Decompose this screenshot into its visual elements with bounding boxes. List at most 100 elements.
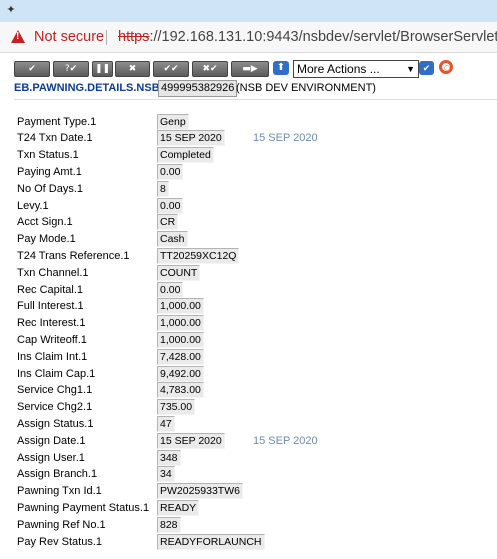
go-checkmark-icon[interactable]: ✔ (419, 61, 434, 75)
field-row: Service Chg1.1 4,783.00 (17, 382, 487, 398)
field-value: 47 (157, 416, 175, 432)
field-value: 4,783.00 (157, 382, 204, 398)
field-row: Acct Sign.1 CR (17, 214, 487, 230)
warning-icon (11, 30, 25, 43)
field-label: Pawning Payment Status.1 (17, 502, 150, 514)
field-label: Service Chg2.1 (17, 401, 93, 413)
field-label: T24 Txn Date.1 (17, 132, 93, 144)
reverse-icon[interactable]: ✖✔ (192, 61, 228, 77)
field-row: Pawning Ref No.1 828 (17, 517, 487, 533)
url-text[interactable]: https://192.168.131.10:9443/nsbdev/servl… (118, 22, 497, 52)
field-label: No Of Days.1 (17, 183, 84, 195)
field-label: Pawning Ref No.1 (17, 519, 106, 531)
field-label: Ins Claim Cap.1 (17, 368, 96, 380)
field-value: 15 SEP 2020 (157, 130, 225, 146)
field-value: 8 (157, 181, 169, 197)
field-label: Cap Writeoff.1 (17, 334, 87, 346)
window-title-bar: ✦ (0, 0, 497, 22)
field-value: Cash (157, 231, 188, 247)
validate-icon[interactable]: ?✔ (53, 61, 89, 77)
field-row: Pay Mode.1 Cash (17, 231, 487, 247)
field-label: T24 Trans Reference.1 (17, 250, 130, 262)
field-row: Full Interest.1 1,000.00 (17, 298, 487, 314)
security-indicator[interactable]: Not secure (34, 22, 104, 52)
field-row: Pawning Txn Id.1 PW2025933TW6 (17, 483, 487, 499)
address-separator (106, 30, 107, 45)
field-value: TT20259XC12Q (157, 248, 240, 264)
chevron-down-icon: ▼ (406, 64, 415, 74)
hold-icon[interactable]: ❚❚ (92, 61, 113, 77)
field-label: Pawning Txn Id.1 (17, 485, 102, 497)
more-actions-select[interactable]: More Actions ... ▼ (293, 60, 419, 78)
field-label: Acct Sign.1 (17, 216, 73, 228)
field-row: Ins Claim Int.1 7,428.00 (17, 349, 487, 365)
field-label: Levy.1 (17, 200, 49, 212)
field-row: Levy.1 0.00 (17, 198, 487, 214)
delete-icon[interactable]: ✖ (115, 61, 150, 77)
field-row: Txn Channel.1 COUNT (17, 265, 487, 281)
transaction-toolbar: ✔ ?✔ ❚❚ ✖ ✔✔ ✖✔ ▬▶ ⬆ More Actions ... ▼ … (14, 60, 484, 78)
url-scheme: https (118, 29, 150, 45)
field-row: Paying Amt.1 0.00 (17, 164, 487, 180)
more-actions-label: More Actions ... (297, 62, 380, 76)
field-row: Assign Status.1 47 (17, 416, 487, 432)
field-row: Ins Claim Cap.1 9,492.00 (17, 366, 487, 382)
field-value: 7,428.00 (157, 349, 204, 365)
app-icon: ✦ (6, 4, 16, 16)
field-label: Full Interest.1 (17, 300, 84, 312)
field-value: Genp (157, 114, 189, 130)
field-value: 348 (157, 450, 181, 466)
environment-label: (NSB DEV ENVIRONMENT) (236, 82, 376, 94)
field-enrichment: 15 SEP 2020 (253, 132, 318, 144)
field-value: 735.00 (157, 399, 196, 415)
field-label: Payment Type.1 (17, 116, 97, 128)
field-label: Service Chg1.1 (17, 384, 93, 396)
url-path: ://192.168.131.10:9443/nsbdev/servlet/Br… (149, 29, 497, 45)
next-icon[interactable]: ▬▶ (231, 61, 269, 77)
field-value: 9,492.00 (157, 366, 204, 382)
field-row: Cap Writeoff.1 1,000.00 (17, 332, 487, 348)
field-row: Pay Rev Status.1 READYFORLAUNCH (17, 534, 487, 550)
field-row: Service Chg2.1 735.00 (17, 399, 487, 415)
field-label: Assign Date.1 (17, 435, 86, 447)
field-value: 828 (157, 517, 181, 533)
field-row: Assign Branch.1 34 (17, 466, 487, 482)
field-row: Assign Date.1 15 SEP 2020 15 SEP 2020 (17, 433, 487, 449)
header-divider (14, 99, 497, 100)
address-bar[interactable]: Not secure https://192.168.131.10:9443/n… (0, 22, 497, 53)
field-value: COUNT (157, 265, 201, 281)
field-label: Ins Claim Int.1 (17, 351, 88, 363)
field-row: No Of Days.1 8 (17, 181, 487, 197)
field-value: PW2025933TW6 (157, 483, 243, 499)
field-label: Assign Status.1 (17, 418, 94, 430)
field-value: 1,000.00 (157, 298, 204, 314)
commit-icon[interactable]: ✔ (14, 61, 50, 77)
field-label: Txn Status.1 (17, 149, 79, 161)
field-label: Assign User.1 (17, 452, 85, 464)
field-enrichment: 15 SEP 2020 (253, 435, 318, 447)
field-row: Txn Status.1 Completed (17, 147, 487, 163)
field-value: READYFORLAUNCH (157, 534, 265, 550)
application-name: EB.PAWNING.DETAILS.NSB (14, 82, 160, 94)
field-row: Assign User.1 348 (17, 450, 487, 466)
field-value: READY (157, 500, 200, 516)
field-label: Pay Rev Status.1 (17, 536, 102, 548)
record-id: 499995382926 (158, 80, 238, 97)
field-value: 15 SEP 2020 (157, 433, 225, 449)
field-value: 0.00 (157, 198, 184, 214)
field-value: 0.00 (157, 282, 184, 298)
field-value: 1,000.00 (157, 315, 204, 331)
authorise-icon[interactable]: ✔✔ (153, 61, 189, 77)
field-label: Txn Channel.1 (17, 267, 89, 279)
field-row: T24 Trans Reference.1 TT20259XC12Q (17, 248, 487, 264)
field-label: Rec Interest.1 (17, 317, 86, 329)
field-row: T24 Txn Date.1 15 SEP 2020 15 SEP 2020 (17, 130, 487, 146)
field-label: Paying Amt.1 (17, 166, 82, 178)
field-row: Pawning Payment Status.1 READY (17, 500, 487, 516)
field-label: Rec Capital.1 (17, 284, 84, 296)
upload-icon[interactable]: ⬆ (273, 61, 289, 75)
help-lifebuoy-icon[interactable] (439, 60, 453, 74)
field-label: Pay Mode.1 (17, 233, 76, 245)
field-label: Assign Branch.1 (17, 468, 98, 480)
field-value: CR (157, 214, 179, 230)
